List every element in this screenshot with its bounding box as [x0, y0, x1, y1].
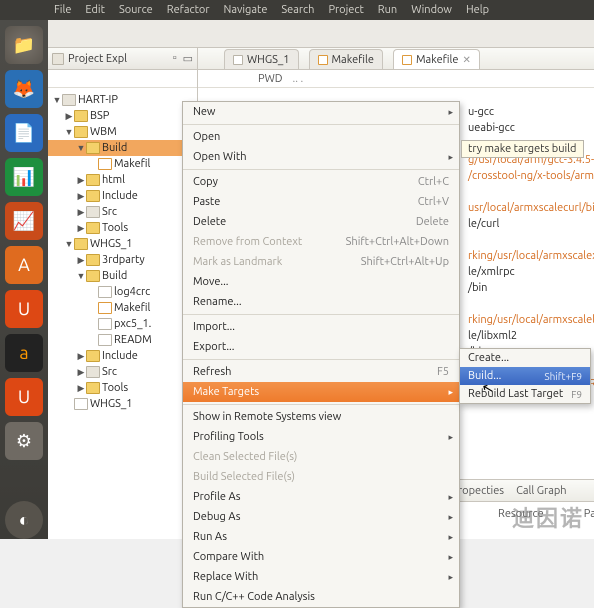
ctx-make-targets[interactable]: Make Targets▸ — [183, 382, 459, 402]
sub-create[interactable]: Create... — [460, 349, 590, 367]
project-explorer-titlebar[interactable]: Project Expl ▫ ▭ — [48, 48, 197, 70]
ctx-run-code-analysis[interactable]: Run C/C++ Code Analysis — [183, 587, 459, 607]
col-path[interactable]: Path — [584, 508, 594, 520]
menu-help[interactable]: Help — [466, 4, 489, 16]
tree-tools[interactable]: ▶Tools — [48, 220, 197, 236]
watermark: 迪因诺 — [512, 501, 584, 533]
ctx-paste[interactable]: PasteCtrl+V — [183, 192, 459, 212]
ctx-refresh[interactable]: RefreshF5 — [183, 362, 459, 382]
context-menu[interactable]: New▸ Open Open With▸ CopyCtrl+C PasteCtr… — [182, 101, 460, 608]
tree-whgs1b[interactable]: WHGS_1 — [48, 396, 197, 412]
maximize-icon[interactable]: ▭ — [183, 52, 193, 65]
editor-tabs[interactable]: WHGS_1 Makefile Makefile✕ — [198, 48, 594, 70]
project-explorer-icon — [52, 53, 64, 65]
settings-icon[interactable]: ⚙ — [5, 422, 43, 460]
tree-makefile-b[interactable]: Makefil — [48, 300, 197, 316]
tree-log4crc[interactable]: log4crc — [48, 284, 197, 300]
project-explorer-view: Project Expl ▫ ▭ ▼HART-IP ▶BSP ▼WBM ▼Bui… — [48, 48, 198, 539]
ctx-profiling-tools[interactable]: Profiling Tools▸ — [183, 427, 459, 447]
tree-tools2[interactable]: ▶Tools — [48, 380, 197, 396]
project-tree[interactable]: ▼HART-IP ▶BSP ▼WBM ▼Build Makefil ▶html … — [48, 88, 197, 416]
calc-icon[interactable]: 📊 — [5, 158, 43, 196]
tree-src[interactable]: ▶Src — [48, 204, 197, 220]
tree-include[interactable]: ▶Include — [48, 188, 197, 204]
project-explorer-toolbar[interactable] — [48, 70, 197, 88]
tab-makefile-2[interactable]: Makefile✕ — [393, 49, 480, 69]
tree-bsp[interactable]: ▶BSP — [48, 108, 197, 124]
ctx-import[interactable]: Import... — [183, 317, 459, 337]
tree-readme[interactable]: READM — [48, 332, 197, 348]
ctx-clean-selected: Clean Selected File(s) — [183, 447, 459, 467]
ctx-compare-with[interactable]: Compare With▸ — [183, 547, 459, 567]
tree-src2[interactable]: ▶Src — [48, 364, 197, 380]
ctx-copy[interactable]: CopyCtrl+C — [183, 172, 459, 192]
ctx-export[interactable]: Export... — [183, 337, 459, 357]
amazon-icon[interactable]: a — [5, 334, 43, 372]
make-targets-submenu[interactable]: Create... Build...Shift+F9 Rebuild Last … — [459, 348, 591, 404]
breadcrumb-item[interactable]: PWD — [258, 73, 283, 85]
tree-wbm[interactable]: ▼WBM — [48, 124, 197, 140]
ctx-move[interactable]: Move... — [183, 272, 459, 292]
ctx-open-with[interactable]: Open With▸ — [183, 147, 459, 167]
ctx-new[interactable]: New▸ — [183, 102, 459, 122]
ctx-remove-context: Remove from ContextShift+Ctrl+Alt+Down — [183, 232, 459, 252]
writer-icon[interactable]: 📄 — [5, 114, 43, 152]
tab-makefile-1[interactable]: Makefile — [309, 49, 383, 69]
menu-file[interactable]: File — [54, 4, 71, 16]
update-icon[interactable]: U — [5, 378, 43, 416]
tree-html[interactable]: ▶html — [48, 172, 197, 188]
close-icon[interactable]: ✕ — [462, 54, 470, 66]
ctx-mark-landmark: Mark as LandmarkShift+Ctrl+Alt+Up — [183, 252, 459, 272]
tab-properties[interactable]: ropecties — [458, 485, 504, 497]
menu-refactor[interactable]: Refactor — [167, 4, 210, 16]
ctx-delete[interactable]: DeleteDelete — [183, 212, 459, 232]
main-toolbar[interactable] — [48, 20, 594, 48]
menu-edit[interactable]: Edit — [85, 4, 105, 16]
sub-rebuild-last[interactable]: Rebuild Last TargetF9 — [460, 385, 590, 403]
menu-window[interactable]: Window — [411, 4, 452, 16]
tab-whgs1[interactable]: WHGS_1 — [224, 49, 299, 69]
ctx-run-as[interactable]: Run As▸ — [183, 527, 459, 547]
tree-3rdparty[interactable]: ▶3rdparty — [48, 252, 197, 268]
tree-build2[interactable]: ▼Build — [48, 268, 197, 284]
ctx-debug-as[interactable]: Debug As▸ — [183, 507, 459, 527]
tree-pxc5[interactable]: pxc5_1. — [48, 316, 197, 332]
menu-navigate[interactable]: Navigate — [224, 4, 268, 16]
tree-build[interactable]: ▼Build — [48, 140, 197, 156]
ubuntu-launcher: 📁 🦊 📄 📊 📈 A U a U ⚙ ◐ — [0, 20, 48, 539]
ctx-show-remote[interactable]: Show in Remote Systems view — [183, 407, 459, 427]
minimize-icon[interactable]: ▫ — [173, 52, 177, 65]
firefox-icon[interactable]: 🦊 — [5, 70, 43, 108]
tooltip: try make targets build — [461, 140, 584, 158]
ctx-open[interactable]: Open — [183, 127, 459, 147]
impress-icon[interactable]: 📈 — [5, 202, 43, 240]
ctx-rename[interactable]: Rename... — [183, 292, 459, 312]
tree-whgs1[interactable]: ▼WHGS_1 — [48, 236, 197, 252]
menubar[interactable]: File Edit Source Refactor Navigate Searc… — [0, 0, 594, 20]
nautilus-icon[interactable]: 📁 — [5, 26, 43, 64]
ctx-replace-with[interactable]: Replace With▸ — [183, 567, 459, 587]
software-icon[interactable]: A — [5, 246, 43, 284]
outline-breadcrumb[interactable]: PWD .. . — [198, 70, 594, 88]
ubuntu-sc-icon[interactable]: U — [5, 290, 43, 328]
menu-search[interactable]: Search — [281, 4, 314, 16]
show-apps-icon[interactable]: ◐ — [5, 501, 43, 539]
ctx-profile-as[interactable]: Profile As▸ — [183, 487, 459, 507]
menu-source[interactable]: Source — [119, 4, 153, 16]
menu-run[interactable]: Run — [378, 4, 397, 16]
menu-project[interactable]: Project — [328, 4, 363, 16]
ctx-build-selected: Build Selected File(s) — [183, 467, 459, 487]
project-explorer-title: Project Expl — [68, 53, 127, 65]
tree-include2[interactable]: ▶Include — [48, 348, 197, 364]
tab-callgraph[interactable]: Call Graph — [516, 485, 567, 497]
tree-makefile-a[interactable]: Makefil — [48, 156, 197, 172]
tree-root[interactable]: ▼HART-IP — [48, 92, 197, 108]
breadcrumb-dots: .. . — [293, 73, 304, 85]
